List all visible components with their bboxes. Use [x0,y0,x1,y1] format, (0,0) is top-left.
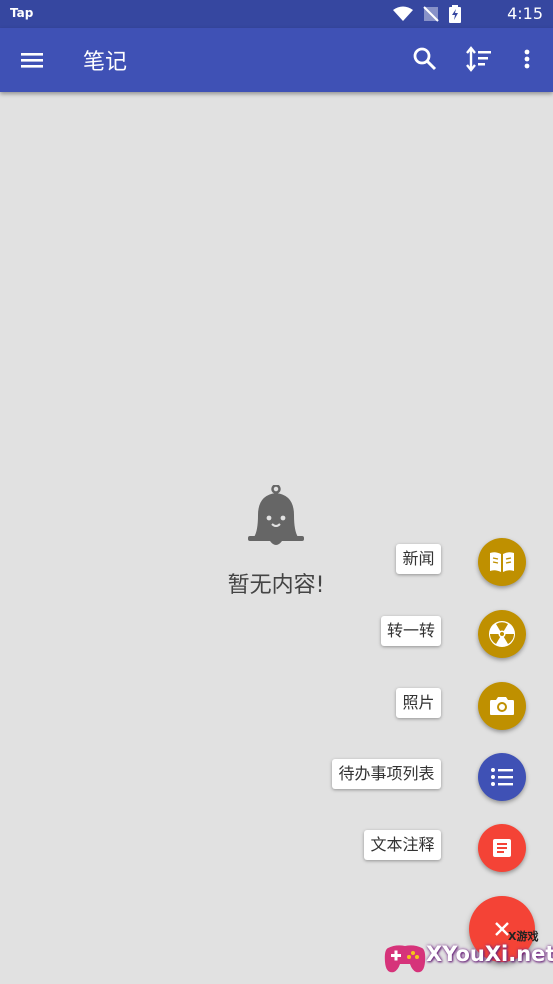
more-vert-icon [524,49,530,69]
fab-label-photo[interactable]: 照片 [396,688,441,718]
status-icons [393,5,461,23]
bell-face-icon [244,484,308,549]
wifi-icon [393,6,413,21]
radiation-icon [489,621,515,647]
book-icon [490,552,514,572]
fab-label-share[interactable]: 转一转 [381,616,441,646]
watermark-text: XYouXi.net [426,942,553,966]
search-button[interactable] [410,44,440,74]
fab-label-text-note[interactable]: 文本注释 [364,830,441,860]
note-icon [493,839,511,857]
menu-button[interactable] [18,46,46,74]
search-icon [413,47,437,71]
status-time: 4:15 [507,4,543,23]
empty-message: 暂无内容! [227,573,325,598]
no-signal-icon [423,6,439,22]
fab-label-todo[interactable]: 待办事项列表 [332,759,441,789]
fab-text-note-button[interactable] [478,824,526,872]
app-bar: 笔记 [0,28,553,92]
gamepad-logo-icon [384,945,426,973]
fab-news-button[interactable] [478,538,526,586]
fab-photo-button[interactable] [478,682,526,730]
watermark: X游戏 XYouXi.net [378,926,553,984]
more-options-button[interactable] [512,44,542,74]
battery-icon [449,5,461,23]
page-title: 笔记 [83,50,128,75]
fab-todo-button[interactable] [478,753,526,801]
fab-label-news[interactable]: 新闻 [396,544,441,574]
menu-icon [21,53,43,68]
camera-icon [490,697,514,715]
status-app-name: Tap [10,6,34,20]
list-icon [491,768,513,786]
sort-button[interactable] [464,44,494,74]
sort-icon [466,46,491,72]
fab-share-button[interactable] [478,610,526,658]
status-bar: Tap 4:15 [0,0,553,28]
